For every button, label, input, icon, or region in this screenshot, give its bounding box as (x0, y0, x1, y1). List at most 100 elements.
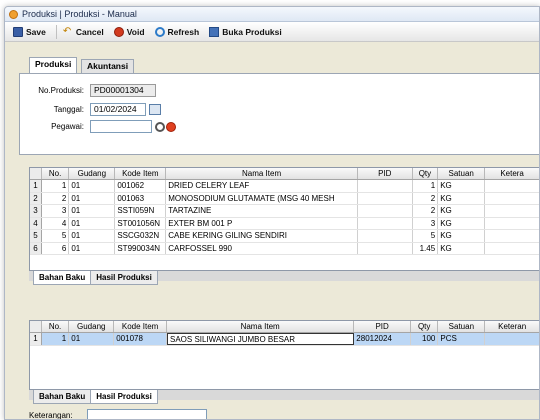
cell-pid[interactable]: 28012024 (354, 333, 411, 345)
subtab-bahan-baku[interactable]: Bahan Baku (33, 390, 92, 404)
cell-keterangan[interactable] (485, 218, 539, 230)
table-row[interactable]: 1 1 01 001078 SAOS SILIWANGI JUMBO BESAR 2801… (30, 333, 539, 346)
col-satuan[interactable]: Satuan (438, 321, 486, 332)
keterangan-field[interactable] (87, 409, 207, 419)
cell-gudang[interactable]: 01 (69, 217, 116, 229)
cell-kode-item[interactable]: SSTI059N (115, 205, 167, 217)
col-gudang[interactable]: Gudang (69, 168, 116, 179)
cell-no[interactable]: 4 (42, 217, 70, 229)
calendar-icon[interactable] (149, 104, 161, 115)
cell-nama-item[interactable]: DRIED CELERY LEAF (166, 180, 358, 192)
cell-keterangan[interactable] (485, 193, 539, 205)
col-nama-item[interactable]: Nama Item (167, 321, 355, 332)
cell-pid[interactable] (358, 217, 413, 229)
buka-produksi-button[interactable]: Buka Produksi (209, 26, 282, 37)
cell-keterangan[interactable] (485, 205, 539, 217)
table-row[interactable]: 1 1 01 001062 DRIED CELERY LEAF 1 KG (30, 180, 539, 193)
refresh-button[interactable]: Refresh (154, 26, 199, 37)
cell-keterangan[interactable] (485, 243, 539, 255)
cell-satuan[interactable]: KG (438, 205, 486, 217)
col-qty[interactable]: Qty (411, 321, 439, 332)
cell-keterangan[interactable] (485, 180, 539, 192)
cell-satuan[interactable]: KG (438, 180, 486, 192)
col-qty[interactable]: Qty (413, 168, 439, 179)
void-button[interactable]: Void (113, 26, 145, 37)
cell-qty[interactable]: 3 (413, 217, 439, 229)
cell-gudang[interactable]: 01 (69, 180, 116, 192)
cell-satuan[interactable]: KG (438, 242, 486, 254)
cell-satuan[interactable]: KG (438, 230, 486, 242)
cell-kode-item[interactable]: 001062 (115, 180, 167, 192)
cell-keterangan[interactable] (485, 333, 539, 345)
col-nama-item[interactable]: Nama Item (166, 168, 358, 179)
cell-kode-item[interactable]: 001078 (114, 333, 167, 345)
cell-satuan[interactable]: KG (438, 217, 486, 229)
cell-pid[interactable] (358, 205, 413, 217)
cell-no[interactable]: 3 (42, 205, 70, 217)
cell-kode-item[interactable]: SSCG032N (115, 230, 167, 242)
cancel-button[interactable]: ↶ Cancel (63, 26, 104, 37)
cell-gudang[interactable]: 01 (69, 230, 116, 242)
col-kode-item[interactable]: Kode Item (115, 168, 167, 179)
pegawai-field[interactable] (90, 120, 152, 133)
col-no[interactable]: No. (42, 168, 70, 179)
cell-nama-item[interactable]: CARFOSSEL 990 (166, 242, 358, 254)
cell-satuan[interactable]: KG (438, 192, 486, 204)
cell-no[interactable]: 1 (42, 333, 70, 345)
cell-kode-item[interactable]: ST001056N (115, 217, 167, 229)
cell-no[interactable]: 6 (42, 242, 70, 254)
row-header[interactable]: 1 (30, 180, 42, 192)
col-gudang[interactable]: Gudang (69, 321, 115, 332)
table-row[interactable]: 4 4 01 ST001056N EXTER BM 001 P 3 KG (30, 217, 539, 230)
tab-produksi[interactable]: Produksi (29, 57, 78, 73)
row-header[interactable]: 2 (30, 192, 42, 204)
cell-pid[interactable] (358, 180, 413, 192)
row-header[interactable]: 4 (30, 217, 42, 229)
cell-gudang[interactable]: 01 (69, 205, 116, 217)
cell-nama-item[interactable]: MONOSODIUM GLUTAMATE (MSG 40 MESH (166, 192, 358, 204)
tab-akuntansi[interactable]: Akuntansi (81, 59, 135, 73)
col-satuan[interactable]: Satuan (438, 168, 486, 179)
cell-keterangan[interactable] (485, 230, 539, 242)
row-header[interactable]: 5 (30, 230, 42, 242)
col-keterangan[interactable]: Keteran (485, 321, 539, 332)
cell-pid[interactable] (358, 192, 413, 204)
save-button[interactable]: Save (13, 26, 46, 37)
cell-qty[interactable]: 2 (413, 205, 439, 217)
col-keterangan[interactable]: Ketera (485, 168, 539, 179)
cell-satuan[interactable]: PCS (438, 333, 486, 345)
cell-nama-item[interactable]: CABE KERING GILING SENDIRI (166, 230, 358, 242)
cell-no[interactable]: 1 (42, 180, 70, 192)
table-row[interactable]: 2 2 01 001063 MONOSODIUM GLUTAMATE (MSG 40 M… (30, 192, 539, 205)
col-pid[interactable]: PID (354, 321, 411, 332)
tanggal-field[interactable]: 01/02/2024 (90, 103, 146, 116)
table-row[interactable]: 5 5 01 SSCG032N CABE KERING GILING SENDIRI 5 K… (30, 230, 539, 243)
cell-nama-item[interactable]: EXTER BM 001 P (166, 217, 358, 229)
row-header[interactable]: 3 (30, 205, 42, 217)
row-header[interactable]: 1 (30, 333, 42, 345)
cell-gudang[interactable]: 01 (69, 242, 116, 254)
cell-gudang[interactable]: 01 (69, 333, 115, 345)
cell-qty[interactable]: 2 (413, 192, 439, 204)
cell-nama-item[interactable]: SAOS SILIWANGI JUMBO BESAR (166, 333, 355, 345)
cell-gudang[interactable]: 01 (69, 192, 116, 204)
clear-icon[interactable] (166, 121, 176, 132)
cell-no[interactable]: 2 (42, 192, 70, 204)
table-row[interactable]: 6 6 01 ST990034N CARFOSSEL 990 1.45 KG (30, 242, 539, 255)
no-produksi-field[interactable]: PD00001304 (90, 84, 156, 97)
subtab-bahan-baku[interactable]: Bahan Baku (33, 271, 92, 285)
cell-qty[interactable]: 100 (411, 333, 439, 345)
cell-pid[interactable] (358, 242, 413, 254)
table-row[interactable]: 3 3 01 SSTI059N TARTAZINE 2 KG (30, 205, 539, 218)
subtab-hasil-produksi[interactable]: Hasil Produksi (90, 390, 158, 404)
subtab-hasil-produksi[interactable]: Hasil Produksi (90, 271, 158, 285)
search-icon[interactable] (155, 121, 165, 132)
col-kode-item[interactable]: Kode Item (114, 321, 167, 332)
col-pid[interactable]: PID (358, 168, 413, 179)
cell-qty[interactable]: 1 (413, 180, 439, 192)
cell-qty[interactable]: 5 (413, 230, 439, 242)
cell-pid[interactable] (358, 230, 413, 242)
cell-kode-item[interactable]: ST990034N (115, 242, 167, 254)
cell-kode-item[interactable]: 001063 (115, 192, 167, 204)
cell-nama-item[interactable]: TARTAZINE (166, 205, 358, 217)
